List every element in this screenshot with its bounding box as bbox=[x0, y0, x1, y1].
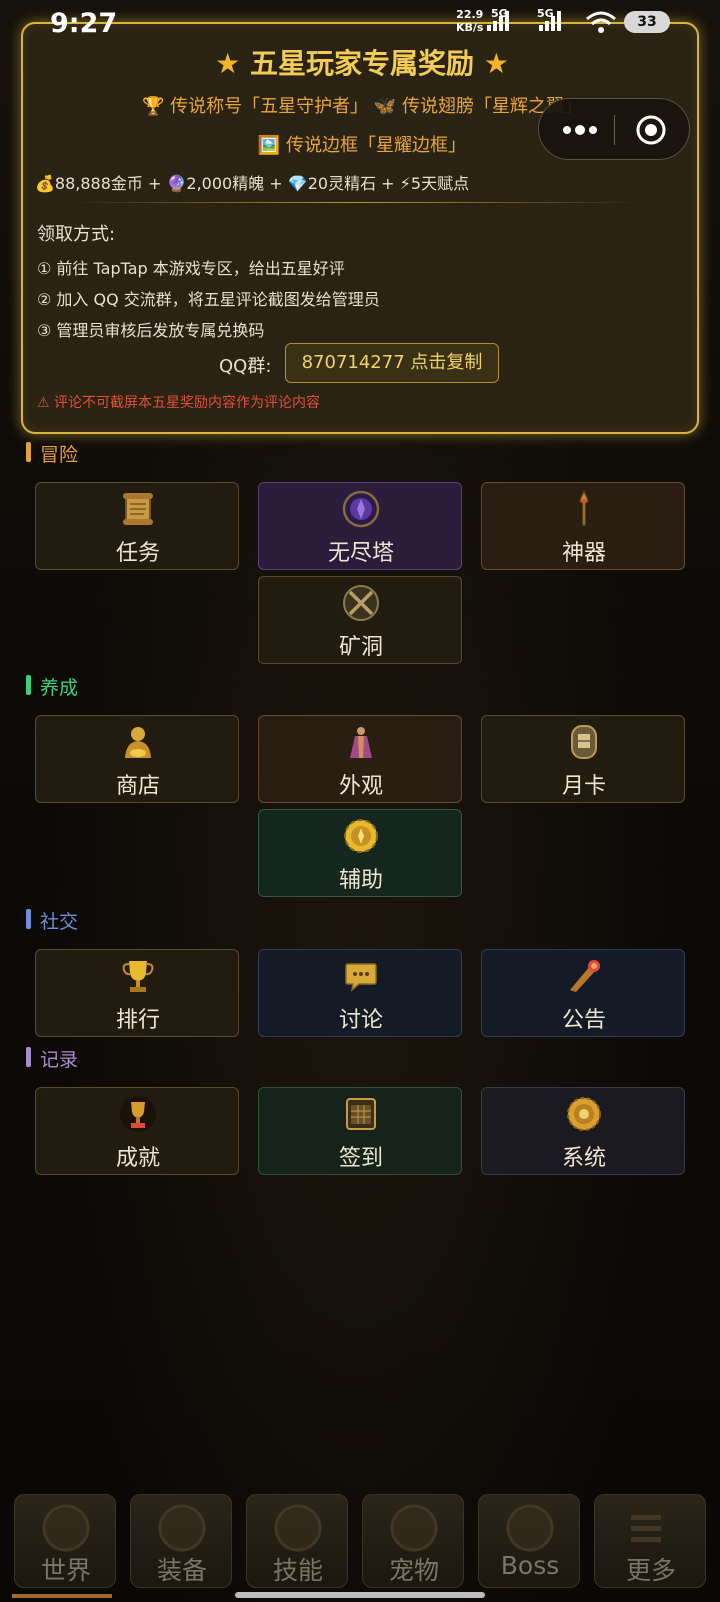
tile-label: 矿洞 bbox=[338, 635, 383, 660]
robe-figure-icon bbox=[350, 727, 372, 758]
tile-label: 无尽塔 bbox=[327, 541, 394, 566]
nav-tab-label: 装备 bbox=[156, 1556, 207, 1585]
tile-checkin[interactable]: 签到 bbox=[258, 1087, 462, 1175]
tile-assist[interactable]: 辅助 bbox=[258, 809, 462, 897]
nav-tab-label: 世界 bbox=[40, 1556, 91, 1585]
tile-label: 辅助 bbox=[338, 868, 383, 893]
signal-icon bbox=[487, 11, 509, 31]
tile-appearance[interactable]: 外观 bbox=[258, 715, 462, 803]
star-icon: ★ bbox=[215, 47, 241, 80]
network-speed: 22.9 KB/s bbox=[456, 8, 483, 34]
nav-tab-boss[interactable]: Boss bbox=[478, 1494, 580, 1588]
reward-resources: 💰88,888金币 + 🔮2,000精魄 + 💎20灵精石 + ⚡5天赋点 bbox=[35, 174, 470, 193]
section-title: 养成 bbox=[40, 677, 79, 699]
tile-label: 签到 bbox=[338, 1146, 383, 1171]
scroll-icon bbox=[123, 493, 153, 525]
claim-method-title: 领取方式: bbox=[37, 224, 116, 245]
signal-icon bbox=[539, 11, 561, 31]
battery-indicator: 33 bbox=[624, 11, 670, 33]
home-indicator[interactable] bbox=[235, 1592, 485, 1598]
capsule-divider bbox=[614, 115, 615, 145]
tile-achievement[interactable]: 成就 bbox=[35, 1087, 239, 1175]
nav-tab-label: 更多 bbox=[625, 1556, 676, 1585]
tile-label: 系统 bbox=[561, 1146, 606, 1171]
claim-step: ③ 管理员审核后发放专属兑换码 bbox=[37, 321, 265, 340]
tile-notice[interactable]: 公告 bbox=[481, 949, 685, 1037]
section-title: 记录 bbox=[40, 1049, 79, 1071]
nav-tab-label: 技能 bbox=[272, 1556, 323, 1585]
more-menu-icon bbox=[631, 1515, 661, 1542]
wifi-icon bbox=[586, 11, 616, 33]
tile-label: 月卡 bbox=[561, 774, 606, 799]
settings-gear-icon bbox=[567, 1097, 601, 1131]
star-icon: ★ bbox=[483, 47, 509, 80]
tile-label: 公告 bbox=[561, 1008, 606, 1033]
section-marker bbox=[26, 442, 31, 462]
banner-title-text: 五星玩家专属奖励 bbox=[249, 47, 474, 80]
merchant-icon bbox=[125, 727, 151, 758]
tile-month-card[interactable]: 月卡 bbox=[481, 715, 685, 803]
tile-label: 神器 bbox=[561, 541, 606, 566]
nav-tab-skills[interactable]: 技能 bbox=[246, 1494, 348, 1588]
section-marker bbox=[26, 909, 31, 929]
nav-tab-equipment[interactable]: 装备 bbox=[130, 1494, 232, 1588]
tile-system[interactable]: 系统 bbox=[481, 1087, 685, 1175]
tile-label: 排行 bbox=[115, 1008, 160, 1033]
tile-label: 成就 bbox=[115, 1146, 160, 1171]
clock: 9:27 bbox=[50, 8, 118, 39]
section-title: 冒险 bbox=[40, 444, 79, 466]
tile-artifact[interactable]: 神器 bbox=[481, 482, 685, 570]
tile-label: 商店 bbox=[115, 774, 160, 799]
copy-qq-button[interactable]: 870714277 点击复制 bbox=[285, 343, 499, 383]
tile-discuss[interactable]: 讨论 bbox=[258, 949, 462, 1037]
section-marker bbox=[26, 675, 31, 695]
chat-bubble-icon bbox=[345, 963, 377, 992]
tile-rank[interactable]: 排行 bbox=[35, 949, 239, 1037]
tile-label: 任务 bbox=[115, 541, 160, 566]
equipment-icon bbox=[158, 1504, 206, 1552]
tile-shop[interactable]: 商店 bbox=[35, 715, 239, 803]
horn-icon bbox=[570, 960, 600, 992]
nav-tab-pets[interactable]: 宠物 bbox=[362, 1494, 464, 1588]
trophy-icon bbox=[122, 961, 154, 992]
month-card-icon bbox=[571, 725, 597, 759]
artifact-dagger-icon bbox=[579, 490, 589, 526]
tile-quest[interactable]: 任务 bbox=[35, 482, 239, 570]
tile-label: 外观 bbox=[338, 774, 383, 799]
banner-title: ★ 五星玩家专属奖励 ★ bbox=[23, 42, 701, 82]
tile-endless-tower[interactable]: 无尽塔 bbox=[258, 482, 462, 570]
nav-tab-label: 宠物 bbox=[388, 1556, 439, 1585]
nav-tab-world[interactable]: 世界 bbox=[14, 1494, 116, 1588]
warning-text: ⚠ 评论不可截屏本五星奖励内容作为评论内容 bbox=[37, 395, 320, 411]
nav-tab-label: Boss bbox=[500, 1551, 560, 1580]
calendar-book-icon bbox=[346, 1098, 376, 1130]
nav-tab-more[interactable]: 更多 bbox=[594, 1494, 706, 1588]
network-speed-value: 22.9 bbox=[456, 8, 484, 21]
miniprogram-capsule bbox=[538, 98, 690, 160]
active-tab-indicator bbox=[12, 1594, 112, 1598]
world-icon bbox=[42, 1504, 90, 1552]
bottom-navigation: 世界 装备 技能 宠物 Boss 更多 bbox=[0, 1490, 720, 1602]
claim-step: ② 加入 QQ 交流群，将五星评论截图发给管理员 bbox=[37, 290, 380, 309]
close-target-icon[interactable] bbox=[625, 109, 677, 151]
skills-icon bbox=[274, 1504, 322, 1552]
crossed-pickaxe-icon bbox=[343, 585, 379, 621]
pet-icon bbox=[390, 1504, 438, 1552]
more-icon[interactable] bbox=[553, 109, 605, 151]
tile-label: 讨论 bbox=[338, 1008, 383, 1033]
network-speed-unit: KB/s bbox=[456, 21, 484, 34]
golden-gear-icon bbox=[344, 819, 378, 853]
qq-group-label: QQ群: bbox=[219, 356, 272, 377]
status-bar: 9:27 22.9 KB/s 5G 5G 33 bbox=[0, 0, 720, 44]
divider bbox=[71, 202, 641, 203]
five-star-reward-banner: ★ 五星玩家专属奖励 ★ 🏆 传说称号「五星守护者」 🦋 传说翅膀「星辉之翼」 … bbox=[21, 22, 699, 434]
section-title: 社交 bbox=[40, 911, 79, 933]
tile-mine[interactable]: 矿洞 bbox=[258, 576, 462, 664]
boss-icon bbox=[506, 1504, 554, 1552]
claim-step: ① 前往 TapTap 本游戏专区，给出五星好评 bbox=[37, 259, 345, 278]
section-marker bbox=[26, 1047, 31, 1067]
tower-orb-icon bbox=[342, 490, 380, 528]
achievement-trophy-icon bbox=[120, 1096, 156, 1132]
